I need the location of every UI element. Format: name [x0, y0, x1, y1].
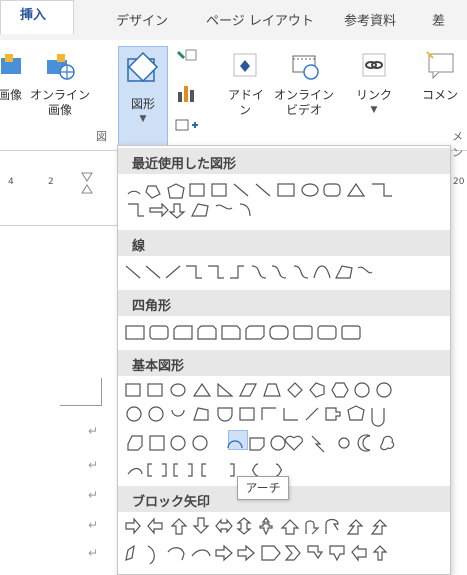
pentagon-shape-icon	[145, 185, 161, 199]
comment-icon	[426, 51, 454, 80]
vtextbox-shape-icon	[211, 183, 227, 197]
link-caret-icon: ▼	[370, 105, 378, 115]
section-header-basic: 基本図形	[118, 350, 450, 376]
section-title: 最近使用した図形	[132, 157, 237, 172]
indent-marker-icon[interactable]	[80, 171, 94, 197]
ribbon-tab-bar: 挿入 デザイン ページ レイアウト 参考資料 差	[0, 0, 467, 40]
online-video-button[interactable]: オンライン ビデオ	[274, 50, 334, 118]
shapes-caret-icon: ▼	[139, 114, 147, 124]
online-video-label: オンライン ビデオ	[274, 88, 335, 117]
link-label: リンク	[356, 88, 393, 102]
ruler-number: 20	[453, 177, 465, 187]
paragraph-mark: ↵	[88, 546, 99, 560]
arrow-line-shape-icon	[255, 183, 271, 197]
down-arrow-shape-icon	[168, 203, 186, 219]
link-icon	[362, 53, 386, 77]
comment-button[interactable]: コメン	[414, 50, 466, 103]
polygon-shape-icon	[167, 183, 185, 199]
video-icon	[292, 55, 319, 80]
shapes-gallery: 最近使用した図形 線 四角形 基本図形 ブロック矢印	[117, 145, 451, 575]
paragraph-mark: ↵	[88, 424, 99, 438]
online-picture-icon	[47, 54, 75, 80]
textbox-shape-icon	[189, 183, 205, 197]
right-arrow-shape-icon	[149, 202, 169, 218]
paragraph-mark: ↵	[88, 488, 99, 502]
link-button[interactable]: リンク ▼	[356, 50, 392, 118]
page-corner-mark	[60, 405, 102, 406]
ribbon: 画像 オンライン 画像 図形 ▼ アドイ ン オンライン ビデオ リンク ▼ コ…	[0, 40, 467, 159]
picture-icon	[1, 54, 21, 74]
ribbon-group-label: 図	[96, 130, 107, 143]
block-arrows-grid[interactable]	[122, 516, 446, 572]
tab-references[interactable]: 参考資料	[344, 10, 396, 29]
shapes-button[interactable]: 図形 ▼	[118, 46, 168, 150]
section-title: ブロック矢印	[132, 495, 211, 510]
elbow-connector-shape-icon	[372, 183, 392, 197]
paragraph-mark: ↵	[88, 458, 99, 472]
line-shape-icon	[233, 183, 249, 197]
curve-shape-icon	[239, 203, 251, 217]
freeform-shape-icon	[191, 203, 209, 217]
shape-tooltip: アーチ	[237, 476, 289, 500]
triangle-shape-icon	[346, 182, 366, 197]
comment-label: コメン	[421, 88, 458, 102]
chart-icon	[178, 86, 194, 102]
smartart-button[interactable]	[172, 48, 200, 76]
chart-button[interactable]	[172, 82, 200, 110]
ellipse-shape-icon	[301, 183, 319, 197]
rounded-rect-shape-icon	[323, 183, 341, 197]
ruler-number: 4	[8, 177, 14, 187]
store-icon	[233, 53, 257, 77]
tab-insert[interactable]: 挿入	[0, 0, 74, 34]
scribble-shape-icon	[215, 204, 233, 210]
section-title: 基本図形	[132, 359, 185, 374]
shapes-label: 図形	[130, 97, 155, 111]
ribbon-group-label-right: メン	[452, 130, 463, 159]
section-header-rectangles: 四角形	[118, 290, 450, 316]
rectangles-row[interactable]	[122, 322, 442, 344]
picture-label: 画像	[0, 88, 22, 102]
rectangle-shape-icon	[277, 183, 295, 197]
online-picture-button[interactable]: オンライン 画像	[30, 50, 90, 118]
document-divider	[0, 225, 118, 226]
section-header-lines: 線	[118, 230, 450, 256]
shapes-icon	[127, 51, 159, 83]
paragraph-mark: ↵	[88, 518, 99, 532]
screenshot-button[interactable]	[172, 116, 202, 138]
page-corner-mark	[101, 378, 102, 406]
lines-row[interactable]	[122, 262, 442, 284]
section-title: 線	[132, 239, 146, 254]
addins-button[interactable]: アドイ ン	[228, 50, 265, 118]
online-picture-label: オンライン 画像	[30, 88, 91, 117]
picture-button[interactable]: 画像	[0, 50, 26, 103]
ruler-number: 2	[48, 177, 54, 187]
tab-mailings[interactable]: 差	[432, 10, 445, 29]
tab-design[interactable]: デザイン	[116, 10, 168, 29]
smartart-icon	[176, 49, 197, 61]
section-header-recent: 最近使用した図形	[118, 148, 450, 174]
tab-page-layout[interactable]: ページ レイアウト	[206, 10, 314, 29]
addins-label: アドイ ン	[228, 88, 265, 117]
arc-shape-icon	[127, 190, 141, 195]
connector-shape-icon	[128, 203, 144, 217]
tab-insert-label: 挿入	[20, 8, 47, 23]
section-title: 四角形	[132, 299, 172, 314]
recent-shapes-row[interactable]	[122, 178, 442, 222]
screenshot-icon	[175, 119, 198, 131]
